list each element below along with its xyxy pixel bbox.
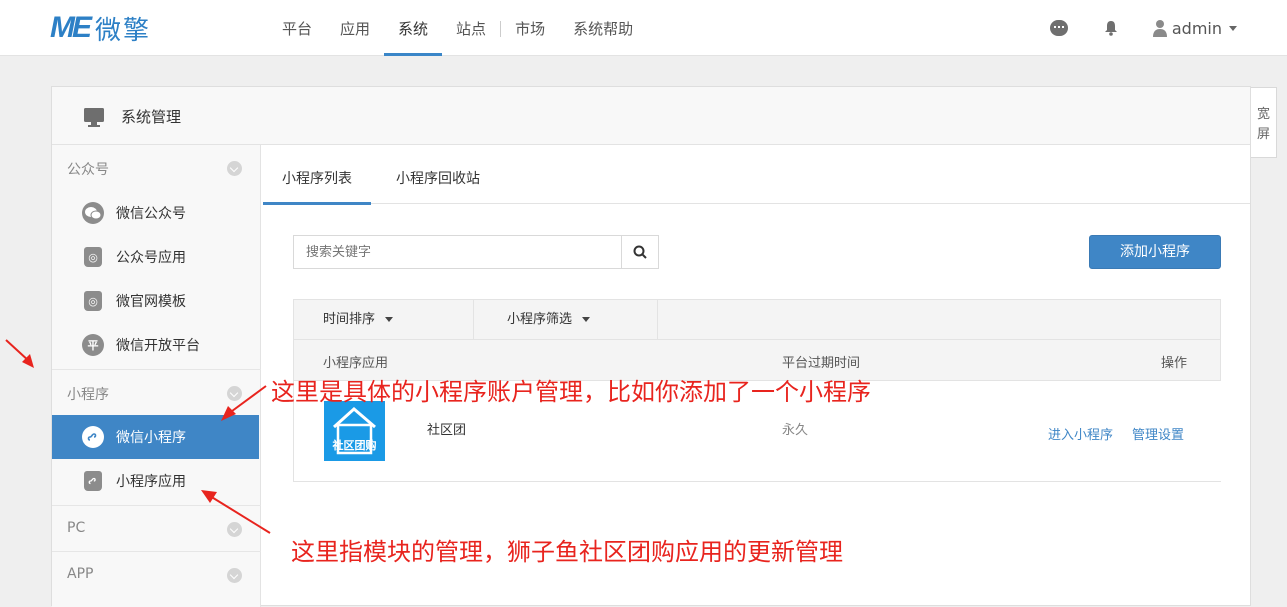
arrow-to-miniprogram <box>221 385 267 421</box>
annotation-arrows <box>5 339 271 534</box>
arrow-left-edge <box>5 339 34 368</box>
arrow-to-miniprogram-apps <box>201 490 271 534</box>
